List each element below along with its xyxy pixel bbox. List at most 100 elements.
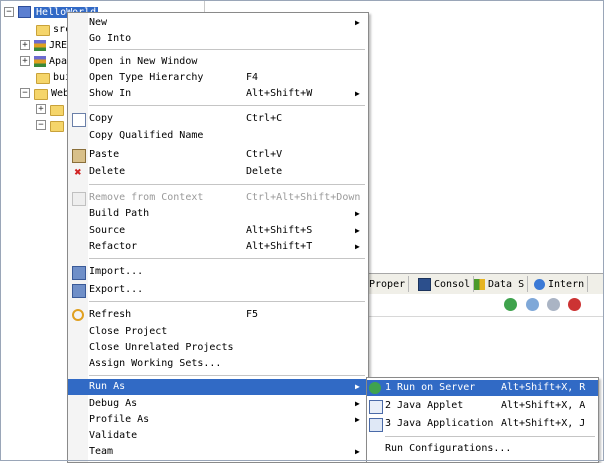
folder-icon <box>50 120 64 132</box>
menu-label: Close Unrelated Projects <box>89 342 234 353</box>
collapse-toggle[interactable]: − <box>20 88 30 98</box>
tree-item-apache[interactable]: + Apa <box>20 53 67 69</box>
menu-accelerator: F5 <box>246 309 259 320</box>
menu-item-refresh[interactable]: Refresh F5 <box>68 307 368 323</box>
export-icon <box>72 284 86 298</box>
submenu-arrow-icon: ▶ <box>355 226 360 235</box>
tab-data-source[interactable]: Data S <box>471 276 529 292</box>
tree-item-build[interactable]: bui <box>36 69 71 85</box>
menu-label: Validate <box>89 430 138 441</box>
collapse-toggle[interactable]: − <box>36 120 46 130</box>
menu-separator <box>89 258 365 259</box>
menu-item-remove-from-context[interactable]: Remove from Context Ctrl+Alt+Shift+Down <box>68 190 368 206</box>
console-icon <box>418 277 431 291</box>
submenu-item-java-application[interactable]: 3 Java Application Alt+Shift+X, J <box>367 416 598 432</box>
debug-icon[interactable] <box>526 298 539 311</box>
menu-label: Copy Qualified Name <box>89 130 204 141</box>
library-icon <box>34 39 46 51</box>
tab-label: Data S <box>488 278 525 290</box>
expand-toggle[interactable]: + <box>20 40 30 50</box>
tree-item-jre[interactable]: + JRE <box>20 37 67 53</box>
menu-item-copy-qualified-name[interactable]: Copy Qualified Name <box>68 128 368 144</box>
menu-accelerator: Alt+Shift+T <box>246 241 313 252</box>
menu-label: Import... <box>89 266 144 277</box>
menu-item-team[interactable]: Team ▶ <box>68 444 368 460</box>
folder-icon <box>36 24 50 36</box>
menu-label: New <box>89 17 108 28</box>
delete-icon: ✖ <box>74 165 82 179</box>
menu-separator <box>89 375 365 376</box>
menu-item-export[interactable]: Export... <box>68 282 368 298</box>
tree-item-src[interactable]: src <box>36 21 71 37</box>
submenu-arrow-icon: ▶ <box>355 382 360 391</box>
menu-label: Export... <box>89 284 144 295</box>
data-source-icon <box>474 278 485 290</box>
menu-item-validate[interactable]: Validate <box>68 428 368 444</box>
menu-item-run-as[interactable]: Run As ▶ <box>68 379 368 395</box>
menu-item-source[interactable]: Source Alt+Shift+S ▶ <box>68 223 368 239</box>
menu-separator <box>385 436 595 437</box>
submenu-arrow-icon: ▶ <box>355 89 360 98</box>
menu-label: Refresh <box>89 309 132 320</box>
menu-item-open-new-window[interactable]: Open in New Window <box>68 54 368 70</box>
project-icon <box>18 6 31 18</box>
menu-label: Team <box>89 446 114 457</box>
submenu-item-run-configurations[interactable]: Run Configurations... <box>367 441 598 457</box>
submenu-item-run-on-server[interactable]: 1 Run on Server Alt+Shift+X, R <box>367 380 598 396</box>
submenu-accelerator: Alt+Shift+X, J <box>501 418 586 429</box>
menu-item-new[interactable]: New ▶ <box>68 15 368 31</box>
menu-accelerator: Delete <box>246 166 283 177</box>
submenu-arrow-icon: ▶ <box>355 399 360 408</box>
import-icon <box>72 266 86 280</box>
menu-item-profile-as[interactable]: Profile As ▶ <box>68 412 368 428</box>
tree-item-label: JRE <box>49 39 68 51</box>
menu-item-paste[interactable]: Paste Ctrl+V <box>68 147 368 163</box>
expand-toggle[interactable]: + <box>20 56 30 66</box>
tree-item-child-1[interactable]: + <box>36 101 67 117</box>
menu-item-go-into[interactable]: Go Into <box>68 31 368 47</box>
java-application-icon <box>369 418 383 432</box>
expand-toggle[interactable]: + <box>36 104 46 114</box>
tree-item-child-2[interactable]: − <box>36 117 67 133</box>
server-icon <box>369 382 381 394</box>
profile-icon[interactable] <box>547 298 560 311</box>
submenu-label: 1 Run on Server <box>385 382 476 393</box>
menu-label: Close Project <box>89 326 168 337</box>
menu-label: Paste <box>89 149 120 160</box>
submenu-arrow-icon: ▶ <box>355 209 360 218</box>
tab-internal-browser[interactable]: Intern <box>531 276 589 292</box>
tab-console[interactable]: Consol <box>415 276 475 292</box>
collapse-toggle[interactable]: − <box>4 7 14 17</box>
submenu-item-java-applet[interactable]: 2 Java Applet Alt+Shift+X, A <box>367 398 598 414</box>
menu-accelerator: F4 <box>246 72 259 83</box>
submenu-arrow-icon: ▶ <box>355 447 360 456</box>
menu-label: Debug As <box>89 398 138 409</box>
tab-label: Intern <box>548 278 585 290</box>
menu-item-assign-working-sets[interactable]: Assign Working Sets... <box>68 356 368 372</box>
menu-item-refactor[interactable]: Refactor Alt+Shift+T ▶ <box>68 239 368 255</box>
tree-item-webcontent[interactable]: − Web <box>20 85 69 101</box>
menu-item-close-unrelated-projects[interactable]: Close Unrelated Projects <box>68 340 368 356</box>
menu-item-copy[interactable]: Copy Ctrl+C <box>68 111 368 127</box>
menu-separator <box>89 184 365 185</box>
menu-item-debug-as[interactable]: Debug As ▶ <box>68 396 368 412</box>
submenu-arrow-icon: ▶ <box>355 415 360 424</box>
submenu-accelerator: Alt+Shift+X, A <box>501 400 586 411</box>
menu-item-build-path[interactable]: Build Path ▶ <box>68 206 368 222</box>
paste-icon <box>72 149 86 163</box>
menu-label: Assign Working Sets... <box>89 358 222 369</box>
library-icon <box>34 55 46 67</box>
tab-properties[interactable]: Proper <box>366 276 410 292</box>
menu-label: Show In <box>89 88 132 99</box>
copy-icon <box>72 113 86 127</box>
menu-item-open-type-hierarchy[interactable]: Open Type Hierarchy F4 <box>68 70 368 86</box>
menu-item-delete[interactable]: ✖ Delete Delete <box>68 164 368 180</box>
refresh-icon <box>72 309 84 321</box>
tab-label: Consol <box>434 278 471 290</box>
menu-label: Open in New Window <box>89 56 198 67</box>
menu-item-close-project[interactable]: Close Project <box>68 324 368 340</box>
menu-item-show-in[interactable]: Show In Alt+Shift+W ▶ <box>68 86 368 102</box>
stop-icon[interactable] <box>568 298 581 311</box>
menu-item-import[interactable]: Import... <box>68 264 368 280</box>
start-server-icon[interactable] <box>504 298 517 311</box>
